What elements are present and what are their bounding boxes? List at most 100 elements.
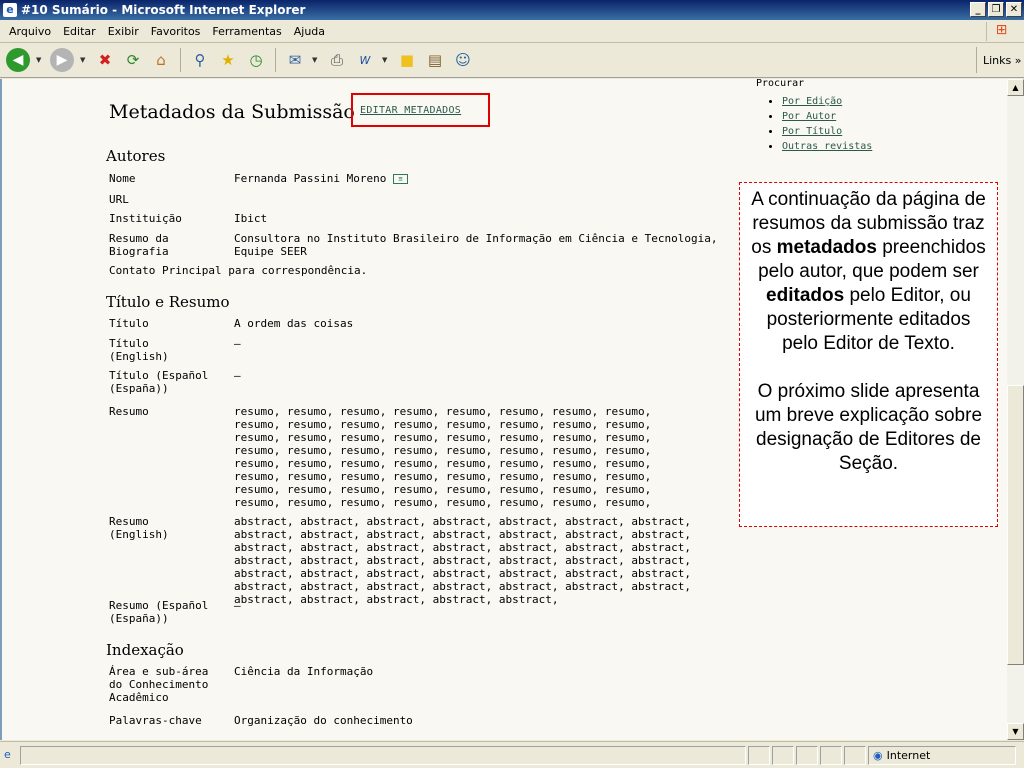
mail-icon[interactable]: ✉ — [284, 49, 306, 71]
link-by-issue[interactable]: Por Edição — [782, 96, 842, 107]
field-value — [234, 193, 729, 206]
field-row: Nome Fernanda Passini Moreno ≡ — [109, 172, 729, 185]
globe-icon: ◉ — [873, 748, 883, 762]
sidebar-links: Por Edição Por Autor Por Título Outras r… — [756, 94, 996, 152]
field-row: Palavras-chave Organização do conhecimen… — [109, 714, 729, 727]
field-value: Fernanda Passini Moreno ≡ — [234, 172, 729, 185]
field-label: Nome — [109, 172, 136, 185]
messenger-icon[interactable]: ☺ — [452, 49, 474, 71]
page-title: Metadados da Submissão — [109, 101, 355, 123]
scroll-up-icon[interactable]: ▲ — [1007, 79, 1024, 96]
history-icon[interactable]: ◷ — [245, 49, 267, 71]
field-row: Resumo (English) abstract, abstract, abs… — [109, 515, 729, 606]
vertical-scrollbar[interactable]: ▲ ▼ — [1007, 79, 1024, 740]
menu-editar[interactable]: Editar — [57, 25, 102, 38]
window-title: #10 Sumário - Microsoft Internet Explore… — [21, 3, 306, 17]
menu-arquivo[interactable]: Arquivo — [3, 25, 57, 38]
favorites-icon[interactable]: ★ — [217, 49, 239, 71]
menu-ferramentas[interactable]: Ferramentas — [206, 25, 287, 38]
close-button[interactable]: ✕ — [1006, 2, 1022, 17]
toolbar-separator — [275, 48, 276, 72]
note-icon[interactable]: ■ — [396, 49, 418, 71]
maximize-button[interactable]: ❐ — [988, 2, 1004, 17]
print-icon[interactable]: ⎙ — [326, 49, 348, 71]
search-icon[interactable]: ⚲ — [189, 49, 211, 71]
field-row: Resumo da Biografia Consultora no Instit… — [109, 232, 729, 258]
annotation-callout: A continuação da página de resumos da su… — [739, 182, 998, 527]
stop-icon[interactable]: ✖ — [94, 49, 116, 71]
field-value: — — [234, 337, 241, 350]
field-value: Ciência da Informação — [234, 665, 374, 678]
field-row: URL — [109, 193, 729, 206]
status-cell — [796, 745, 818, 765]
field-label: Instituição — [109, 212, 182, 225]
contact-text: Contato Principal para correspondência. — [109, 264, 368, 277]
title-abstract-heading: Título e Resumo — [106, 293, 230, 311]
scroll-down-icon[interactable]: ▼ — [1007, 723, 1024, 740]
list-item: Por Título — [782, 124, 996, 137]
email-icon[interactable]: ≡ — [392, 174, 408, 184]
word-icon[interactable]: W — [354, 49, 376, 71]
refresh-icon[interactable]: ⟳ — [122, 49, 144, 71]
field-value: Organização do conhecimento — [234, 714, 413, 727]
field-value: Consultora no Instituto Brasileiro de In… — [234, 232, 718, 258]
field-label: Resumo (Español (España)) — [109, 599, 209, 625]
menu-ajuda[interactable]: Ajuda — [288, 25, 331, 38]
status-cell — [844, 745, 866, 765]
field-value: — — [234, 369, 241, 382]
zone-cell: ◉ Internet — [868, 745, 1016, 765]
edit-metadata-link[interactable]: EDITAR METADADOS — [360, 105, 461, 116]
callout-bold-text: metadados — [776, 237, 877, 258]
list-item: Outras revistas — [782, 139, 996, 152]
status-bar: e ◉ Internet — [0, 741, 1024, 768]
mail-dropdown-icon[interactable]: ▼ — [312, 56, 320, 64]
search-sidebar: Procurar Por Edição Por Autor Por Título… — [756, 79, 996, 154]
page-status-icon: e — [4, 748, 11, 761]
field-label: Título (English) — [109, 337, 169, 363]
field-row: Instituição Ibict — [109, 212, 729, 225]
back-dropdown-icon[interactable]: ▼ — [36, 56, 44, 64]
callout-bold-text: editados — [766, 285, 845, 306]
primary-contact-note: Contato Principal para correspondência. — [109, 264, 729, 277]
toolbar-separator — [180, 48, 181, 72]
scroll-thumb[interactable] — [1007, 385, 1024, 665]
menu-exibir[interactable]: Exibir — [102, 25, 145, 38]
forward-icon[interactable]: ▶ — [50, 48, 74, 72]
field-label: Resumo da Biografia — [109, 232, 169, 258]
minimize-button[interactable]: _ — [970, 2, 986, 17]
field-row: Título (Español (España)) — — [109, 369, 729, 395]
links-bar[interactable]: Links » — [976, 47, 1024, 73]
field-row: Resumo resumo, resumo, resumo, resumo, r… — [109, 405, 729, 509]
home-icon[interactable]: ⌂ — [150, 49, 172, 71]
indexing-heading: Indexação — [106, 641, 184, 659]
status-cell — [748, 745, 770, 765]
menu-favoritos[interactable]: Favoritos — [145, 25, 207, 38]
field-value: resumo, resumo, resumo, resumo, resumo, … — [234, 405, 652, 509]
field-value: Ibict — [234, 212, 268, 225]
toolbar: ◀ ▼ ▶ ▼ ✖ ⟳ ⌂ ⚲ ★ ◷ ✉ ▼ ⎙ W ▼ ■ ▤ ☺ Link… — [0, 43, 1024, 78]
field-label: Título (Español (España)) — [109, 369, 209, 395]
title-bar: e #10 Sumário - Microsoft Internet Explo… — [0, 0, 1024, 20]
status-text-cell — [20, 745, 746, 765]
link-by-title[interactable]: Por Título — [782, 126, 842, 137]
ie-icon: e — [3, 3, 17, 17]
edit-dropdown-icon[interactable]: ▼ — [382, 56, 390, 64]
field-row: Área e sub-área do Conhecimento Acadêmic… — [109, 665, 729, 704]
back-icon[interactable]: ◀ — [6, 48, 30, 72]
sidebar-heading: Procurar — [756, 79, 805, 89]
callout-paragraph-1: A continuação da página de resumos da su… — [746, 188, 991, 356]
link-other-journals[interactable]: Outras revistas — [782, 141, 872, 152]
field-label: Palavras-chave — [109, 714, 202, 727]
field-label: Área e sub-área do Conhecimento Acadêmic… — [109, 665, 209, 704]
field-value: abstract, abstract, abstract, abstract, … — [234, 515, 691, 606]
callout-paragraph-2: O próximo slide apresenta um breve expli… — [754, 381, 983, 474]
links-label: Links — [983, 53, 1012, 67]
field-row: Resumo (Español (España)) — — [109, 599, 729, 625]
forward-dropdown-icon[interactable]: ▼ — [80, 56, 88, 64]
research-icon[interactable]: ▤ — [424, 49, 446, 71]
edit-metadata-highlight: EDITAR METADADOS — [351, 93, 490, 127]
windows-logo-icon: ⊞ — [986, 22, 1016, 41]
authors-heading: Autores — [106, 147, 166, 165]
author-name: Fernanda Passini Moreno — [234, 172, 387, 185]
link-by-author[interactable]: Por Autor — [782, 111, 836, 122]
